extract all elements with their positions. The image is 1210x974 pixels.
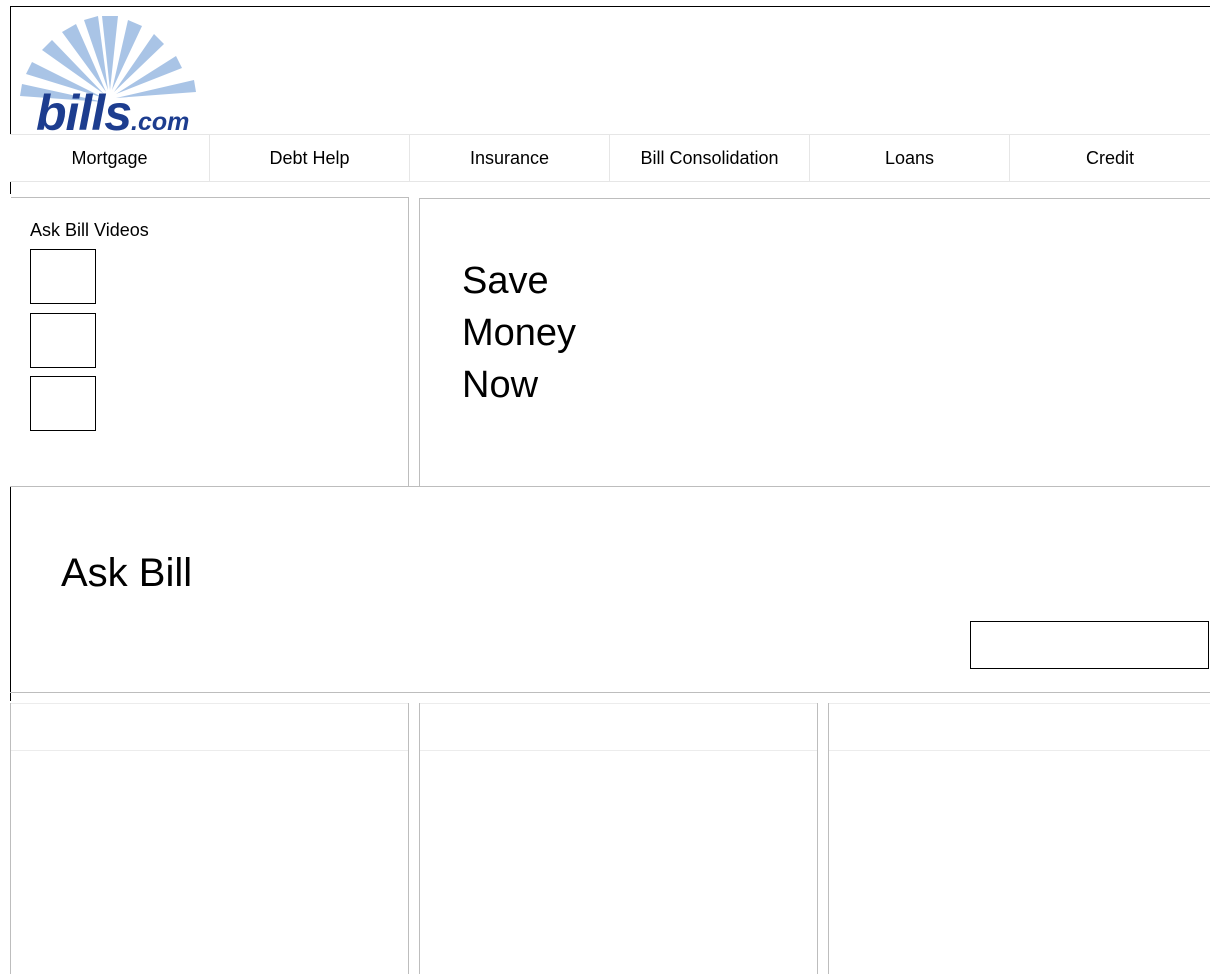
content-column-3 (828, 703, 1210, 974)
nav-item-bill-consolidation[interactable]: Bill Consolidation (610, 135, 810, 181)
ask-bill-title: Ask Bill (61, 551, 193, 595)
nav-item-mortgage[interactable]: Mortgage (10, 135, 210, 181)
hero-line-save: Save (462, 260, 549, 302)
logo-wordmark-main: bills (36, 85, 132, 141)
nav-item-loans[interactable]: Loans (810, 135, 1010, 181)
nav-item-debt-help[interactable]: Debt Help (210, 135, 410, 181)
column-3-header (829, 703, 1210, 751)
content-column-1 (10, 703, 409, 974)
logo-wordmark-suffix: .com (131, 108, 190, 136)
main-nav: Mortgage Debt Help Insurance Bill Consol… (10, 134, 1210, 182)
frame-top-border (10, 6, 1210, 7)
hero-line-now: Now (462, 364, 539, 406)
bills-logo[interactable]: bills.com (18, 12, 218, 138)
hero-line-money: Money (462, 312, 577, 354)
video-thumbnail-2[interactable] (30, 313, 96, 368)
hero-headline: Save Money Now (462, 255, 662, 411)
nav-item-insurance[interactable]: Insurance (410, 135, 610, 181)
frame-left-border (10, 6, 11, 135)
ask-bill-videos-panel: Ask Bill Videos (11, 197, 409, 487)
video-thumbnail-1[interactable] (30, 249, 96, 304)
video-thumbnail-3[interactable] (30, 376, 96, 431)
ask-bill-input[interactable] (970, 621, 1209, 669)
content-column-2 (419, 703, 818, 974)
nav-divider-tick (10, 182, 11, 194)
column-1-header (11, 703, 408, 751)
logo-wordmark: bills.com (36, 88, 189, 138)
column-2-header (420, 703, 817, 751)
videos-panel-title: Ask Bill Videos (30, 220, 149, 240)
ask-bill-section: Ask Bill (10, 486, 1210, 693)
hero-panel: Save Money Now (419, 198, 1210, 487)
nav-item-credit[interactable]: Credit (1010, 135, 1210, 181)
